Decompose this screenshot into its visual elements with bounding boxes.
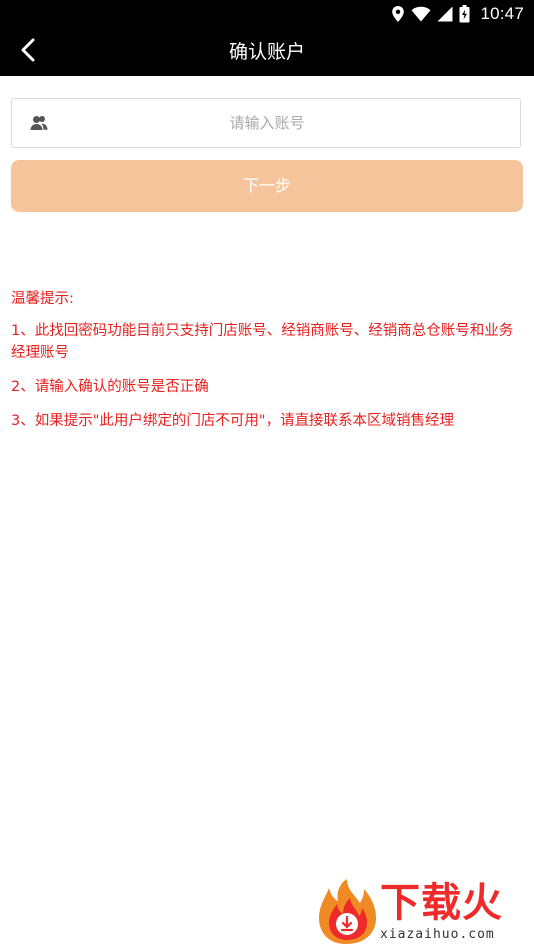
screen: 10:47 确认账户 下一步 温馨提示: 1、此找回密码功 (0, 0, 534, 950)
battery-icon (459, 5, 470, 23)
account-field[interactable] (11, 98, 521, 148)
chevron-left-icon (20, 38, 36, 66)
tips-section: 温馨提示: 1、此找回密码功能目前只支持门店账号、经销商账号、经销商总仓账号和业… (11, 288, 523, 444)
toolbar: 确认账户 (0, 28, 534, 76)
signal-icon (437, 6, 453, 22)
watermark-brand: 下载火 (380, 880, 503, 926)
location-icon (391, 5, 405, 23)
tip-item: 2、请输入确认的账号是否正确 (11, 379, 209, 395)
next-button[interactable]: 下一步 (11, 160, 523, 212)
back-button[interactable] (8, 32, 48, 72)
watermark-logo: 下载火 xiazaihuo.com (316, 878, 528, 948)
watermark-url: xiazaihuo.com (380, 927, 495, 942)
wifi-icon (411, 6, 431, 22)
account-input[interactable] (62, 99, 472, 147)
user-group-icon (30, 115, 48, 131)
status-bar: 10:47 (0, 0, 534, 28)
status-icons: 10:47 (391, 2, 524, 26)
tip-item: 3、如果提示"此用户绑定的门店不可用"，请直接联系本区域销售经理 (11, 413, 455, 429)
tip-item: 1、此找回密码功能目前只支持门店账号、经销商账号、经销商总仓账号和业务经理账号 (11, 323, 514, 361)
page-title: 确认账户 (228, 41, 305, 63)
status-time: 10:47 (480, 4, 524, 23)
tips-title: 温馨提示: (11, 291, 74, 307)
